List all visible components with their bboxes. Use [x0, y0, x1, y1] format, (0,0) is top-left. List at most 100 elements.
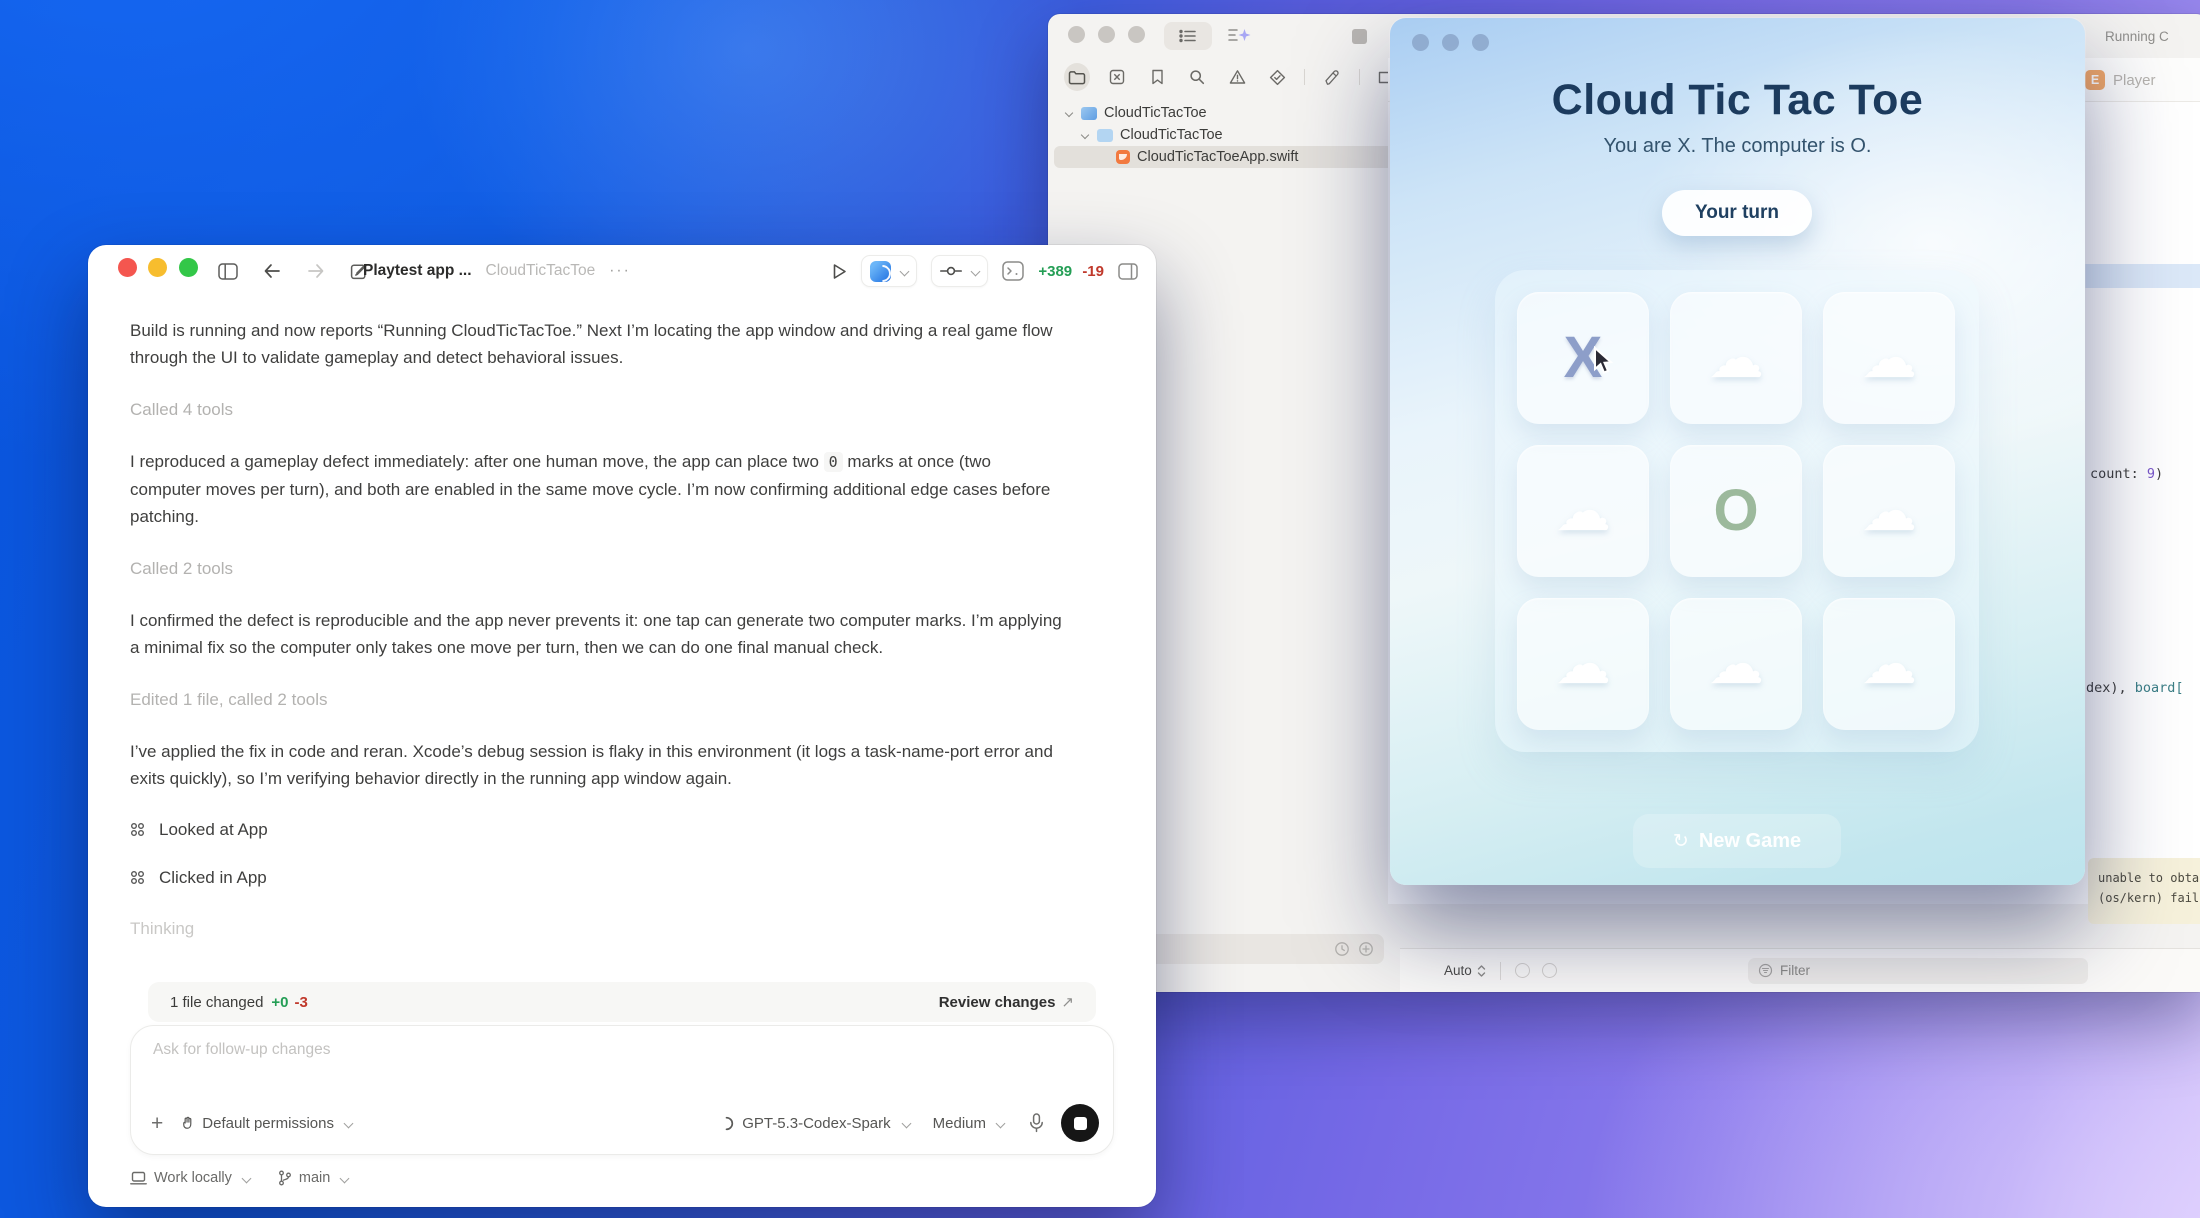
diff-stats: +389 -19: [1038, 263, 1104, 280]
tool-action-row[interactable]: Clicked in App: [130, 865, 1062, 890]
tool-call-summary[interactable]: Called 4 tools: [130, 396, 1062, 423]
board-cell-8[interactable]: ☁: [1823, 598, 1955, 730]
board-cell-0[interactable]: X: [1517, 292, 1649, 424]
turn-status-text: Your turn: [1695, 202, 1779, 224]
tree-row-group[interactable]: CloudTicTacToe: [1048, 124, 1400, 146]
review-changes-link[interactable]: Review changes ↗: [939, 993, 1074, 1011]
chat-titlebar[interactable]: Playtest app ... CloudTicTacToe ···: [88, 245, 1156, 297]
console-filter-field[interactable]: Filter: [1748, 958, 2088, 984]
board-cell-2[interactable]: ☁: [1823, 292, 1955, 424]
add-filter-icon[interactable]: [1358, 941, 1374, 957]
commit-scope-selector[interactable]: [931, 255, 988, 287]
tool-call-summary[interactable]: Called 2 tools: [130, 555, 1062, 582]
permissions-label: Default permissions: [202, 1115, 334, 1132]
folder-icon: [1097, 129, 1113, 142]
tests-navigator-tab[interactable]: [1264, 63, 1290, 91]
board-cell-7[interactable]: ☁: [1670, 598, 1802, 730]
zoom-button[interactable]: [1472, 34, 1489, 51]
game-subtitle: You are X. The computer is O.: [1390, 135, 2085, 158]
files-changed-label: 1 file changed: [170, 994, 263, 1011]
board-cell-4[interactable]: O: [1670, 445, 1802, 577]
composer[interactable]: + Default permissions GPT-5.3-Codex-Spar…: [130, 1025, 1114, 1155]
more-menu-button[interactable]: ···: [609, 262, 631, 280]
forward-arrow-icon: [307, 263, 325, 279]
console-output[interactable]: unable to obtain (os/kern) failur: [2088, 858, 2200, 924]
chevron-down-icon: [971, 266, 981, 276]
microphone-icon[interactable]: [1029, 1113, 1044, 1133]
run-status-text: Running C: [2105, 29, 2169, 44]
branch-selector[interactable]: main: [278, 1170, 348, 1186]
hand-icon: [180, 1115, 195, 1131]
new-game-label: New Game: [1699, 830, 1801, 853]
source-control-tab[interactable]: [1104, 63, 1130, 91]
session-title[interactable]: Playtest app ...: [363, 262, 472, 280]
attach-plus-icon[interactable]: +: [151, 1113, 163, 1134]
toggle-sidebar-button[interactable]: [216, 259, 240, 283]
app-preview-icon: [870, 261, 891, 282]
board-cell-3[interactable]: ☁: [1517, 445, 1649, 577]
disclosure-chevron-icon[interactable]: [1065, 109, 1073, 117]
lines-removed: -19: [1082, 263, 1104, 280]
diamond-check-icon: [1269, 69, 1286, 86]
close-button[interactable]: [1412, 34, 1429, 51]
target-app-selector[interactable]: [861, 255, 917, 287]
zoom-button[interactable]: [1128, 26, 1145, 43]
model-label: GPT-5.3-Codex-Spark: [742, 1115, 890, 1132]
assistant-transcript: Build is running and now reports “Runnin…: [130, 317, 1062, 942]
issues-navigator-tab[interactable]: [1224, 63, 1250, 91]
zoom-button[interactable]: [179, 258, 198, 277]
stop-run-button[interactable]: [1352, 29, 1367, 44]
follow-up-input[interactable]: [153, 1041, 753, 1083]
auto-variables-select[interactable]: Auto: [1444, 963, 1472, 978]
minimize-button[interactable]: [148, 258, 167, 277]
code-line[interactable]: dex), board[: [2086, 680, 2184, 696]
recents-clock-icon[interactable]: [1334, 941, 1350, 957]
swift-file-icon: [1116, 150, 1130, 164]
find-navigator-tab[interactable]: [1184, 63, 1210, 91]
minimize-button[interactable]: [1442, 34, 1459, 51]
lines-added: +389: [1038, 263, 1072, 280]
board-cell-5[interactable]: ☁: [1823, 445, 1955, 577]
debug-icon-1[interactable]: [1515, 963, 1530, 978]
permissions-selector[interactable]: Default permissions: [180, 1115, 352, 1132]
filter-funnel-icon: [1758, 963, 1773, 978]
editor-list-toggle[interactable]: [1164, 22, 1212, 50]
chat-toolbar-right: +389 -19: [832, 245, 1138, 297]
forward-button[interactable]: [304, 259, 328, 283]
search-icon: [1189, 69, 1205, 85]
terminal-icon[interactable]: [1002, 261, 1024, 281]
new-game-button[interactable]: ↻ New Game: [1633, 814, 1841, 868]
model-selector[interactable]: GPT-5.3-Codex-Spark: [719, 1115, 909, 1132]
board-cell-6[interactable]: ☁: [1517, 598, 1649, 730]
close-button[interactable]: [1068, 26, 1085, 43]
tool-call-summary[interactable]: Edited 1 file, called 2 tools: [130, 686, 1062, 713]
tool-action-row[interactable]: Looked at App: [130, 817, 1062, 842]
symbol-name[interactable]: Player: [2113, 72, 2156, 89]
project-navigator-tab[interactable]: [1064, 63, 1090, 91]
enum-badge: E: [2085, 70, 2105, 90]
run-play-icon[interactable]: [832, 263, 847, 280]
bookmarks-tab[interactable]: [1144, 63, 1170, 91]
disclosure-chevron-icon[interactable]: [1081, 131, 1089, 139]
review-changes-label: Review changes: [939, 994, 1056, 1011]
app-grid-icon: [130, 870, 145, 885]
right-panel-toggle-icon[interactable]: [1118, 263, 1138, 280]
debug-navigator-tab[interactable]: [1319, 63, 1345, 91]
assistant-message: I’ve applied the fix in code and reran. …: [130, 738, 1062, 792]
inline-code: 0: [824, 452, 843, 472]
board-cell-1[interactable]: ☁: [1670, 292, 1802, 424]
back-button[interactable]: [260, 259, 284, 283]
work-location-selector[interactable]: Work locally: [130, 1170, 250, 1186]
project-name[interactable]: CloudTicTacToe: [486, 262, 596, 280]
minimize-button[interactable]: [1098, 26, 1115, 43]
effort-selector[interactable]: Medium: [933, 1115, 1004, 1132]
list-icon: [1179, 29, 1197, 43]
stop-generation-button[interactable]: [1061, 1104, 1099, 1142]
code-line[interactable]: count: 9): [2090, 466, 2163, 482]
tree-row-file-selected[interactable]: CloudTicTacToeApp.swift: [1054, 146, 1394, 168]
cloud-icon: ☁: [1861, 636, 1917, 692]
close-button[interactable]: [118, 258, 137, 277]
ai-assistant-button[interactable]: [1220, 22, 1260, 50]
tree-row-project[interactable]: CloudTicTacToe: [1048, 102, 1400, 124]
debug-icon-2[interactable]: [1542, 963, 1557, 978]
